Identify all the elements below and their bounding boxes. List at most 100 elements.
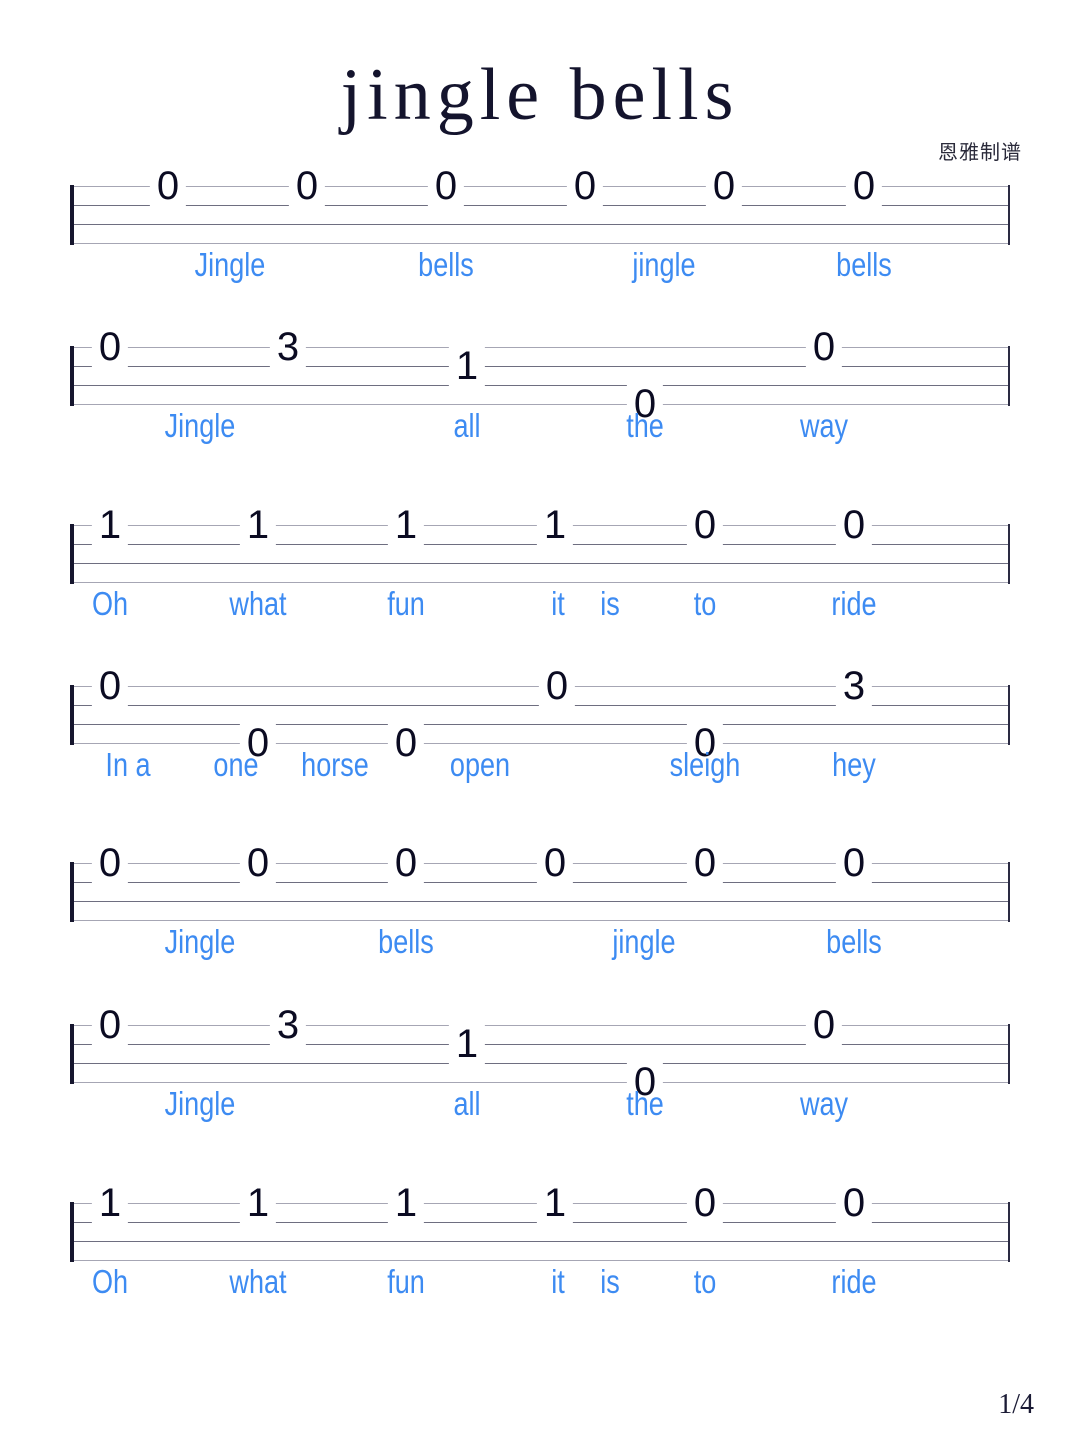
lyric-word: In a (100, 744, 155, 785)
fret-number[interactable]: 0 (91, 327, 129, 367)
fret-number[interactable]: 0 (686, 843, 724, 883)
lyric-word-text: ride (831, 1263, 877, 1300)
lyric-word: to (691, 583, 719, 624)
fret-number[interactable]: 0 (686, 1183, 724, 1223)
fret-number[interactable]: 0 (705, 166, 743, 206)
barline-right (1008, 524, 1010, 584)
lyric-word: all (450, 405, 483, 446)
staff-line-string-3 (70, 1063, 1010, 1064)
fret-number[interactable]: 0 (538, 666, 576, 706)
fret-number[interactable]: 0 (845, 166, 883, 206)
fret-number[interactable]: 0 (566, 166, 604, 206)
lyric-word-text: In a (105, 746, 151, 783)
fret-number[interactable]: 1 (448, 346, 486, 386)
staff-line-string-2 (70, 1044, 1010, 1045)
lyric-word: it (550, 583, 567, 624)
fret-number[interactable]: 0 (239, 843, 277, 883)
lyric-word: Oh (88, 1261, 132, 1302)
lyric-word-text: open (449, 746, 511, 783)
lyric-word-text: to (693, 585, 717, 622)
lyric-word-text: way (799, 1085, 849, 1122)
lyric-word-text: jingle (612, 923, 676, 960)
barline-left (70, 1202, 74, 1262)
lyric-word: it (550, 1261, 567, 1302)
staff-line-string-3 (70, 1241, 1010, 1242)
lyric-word-text: all (453, 407, 481, 444)
lyric-word: is (598, 583, 622, 624)
barline-right (1008, 346, 1010, 406)
lyric-word: jingle (605, 921, 682, 962)
staff-line-string-3 (70, 724, 1010, 725)
fret-number[interactable]: 1 (536, 1183, 574, 1223)
lyric-word: what (223, 1261, 293, 1302)
lyric-word: the (622, 405, 668, 446)
fret-number[interactable]: 1 (239, 505, 277, 545)
lyric-word-text: Oh (91, 585, 129, 622)
lyric-word-text: horse (301, 746, 369, 783)
fret-number[interactable]: 1 (536, 505, 574, 545)
fret-number[interactable]: 1 (387, 1183, 425, 1223)
fret-number[interactable]: 1 (91, 1183, 129, 1223)
barline-left (70, 185, 74, 245)
fret-number[interactable]: 1 (387, 505, 425, 545)
barline-right (1008, 1202, 1010, 1262)
tab-system: 0 0 0 0 0 0 Jingle bells jingle bells (70, 843, 1010, 967)
lyric-word-text: is (600, 1263, 620, 1300)
fret-number[interactable]: 0 (91, 666, 129, 706)
fret-number[interactable]: 0 (387, 843, 425, 883)
barline-right (1008, 862, 1010, 922)
fret-number[interactable]: 0 (427, 166, 465, 206)
tab-staff: 000003 (70, 666, 1010, 763)
staff-line-string-3 (70, 224, 1010, 225)
fret-number[interactable]: 0 (536, 843, 574, 883)
staff-line-string-3 (70, 385, 1010, 386)
tab-system: 0 3 1 0 0 Jingle all the way (70, 1005, 1010, 1129)
fret-number[interactable]: 0 (686, 505, 724, 545)
barline-left (70, 524, 74, 584)
lyric-word-text: what (229, 1263, 287, 1300)
tab-staff: 0 0 0 0 0 0 (70, 166, 1010, 245)
lyrics-row: Jingle bells jingle bells (70, 244, 1010, 290)
fret-number[interactable]: 1 (91, 505, 129, 545)
lyric-word-text: Jingle (164, 1085, 236, 1122)
lyric-word: Jingle (157, 921, 243, 962)
fret-number[interactable]: 0 (149, 166, 187, 206)
fret-number[interactable]: 3 (835, 666, 873, 706)
lyric-word-text: Jingle (164, 923, 236, 960)
lyric-word-text: hey (832, 746, 876, 783)
page-number: 1/4 (998, 1389, 1034, 1420)
fret-number[interactable]: 3 (269, 1005, 307, 1045)
lyric-word: to (691, 1261, 719, 1302)
lyric-word: open (443, 744, 516, 785)
lyric-word-text: Jingle (194, 246, 266, 283)
fret-number[interactable]: 0 (805, 327, 843, 367)
lyric-word-text: Jingle (164, 407, 236, 444)
fret-number[interactable]: 0 (91, 843, 129, 883)
lyric-word-text: what (229, 585, 287, 622)
fret-number[interactable]: 0 (805, 1005, 843, 1045)
barline-left (70, 685, 74, 745)
lyric-word-text: bells (418, 246, 474, 283)
fret-number[interactable]: 0 (835, 505, 873, 545)
lyric-word: way (795, 405, 854, 446)
barline-right (1008, 185, 1010, 245)
staff-line-string-1 (70, 1025, 1010, 1026)
fret-number[interactable]: 0 (91, 1005, 129, 1045)
fret-number[interactable]: 0 (288, 166, 326, 206)
lyric-word-text: the (626, 1085, 664, 1122)
lyric-word: one (208, 744, 263, 785)
lyric-word-text: the (626, 407, 664, 444)
fret-number[interactable]: 1 (239, 1183, 277, 1223)
lyric-word: all (450, 1083, 483, 1124)
lyric-word: is (598, 1261, 622, 1302)
fret-number[interactable]: 3 (269, 327, 307, 367)
fret-number[interactable]: 0 (835, 843, 873, 883)
lyric-word: bells (830, 244, 898, 285)
lyric-word-text: sleigh (669, 746, 741, 783)
tab-system: 1 1 1 1 0 0 Oh what fun it is to ride (70, 1183, 1010, 1307)
fret-number[interactable]: 1 (448, 1024, 486, 1064)
page-title: jingle bells (340, 54, 740, 136)
fret-number[interactable]: 0 (835, 1183, 873, 1223)
tab-staff: 0 0 0 0 0 0 (70, 843, 1010, 922)
lyric-word: Jingle (157, 405, 243, 446)
